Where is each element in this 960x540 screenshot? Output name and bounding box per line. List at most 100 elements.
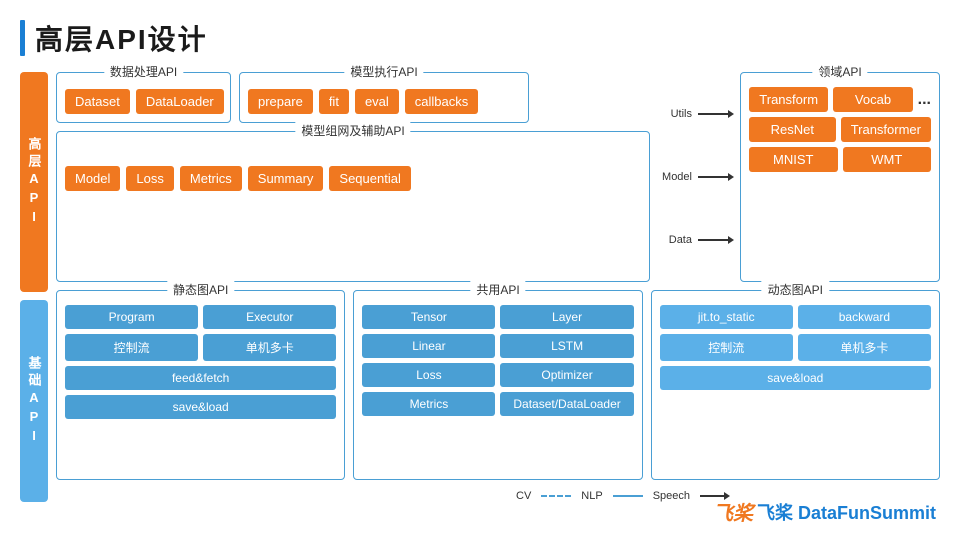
chip-metrics[interactable]: Metrics [180,166,242,191]
chip-save-load1[interactable]: save&load [65,395,336,419]
static-api-section: 静态图API Program Executor 控制流 单机多卡 feed&fe… [56,290,345,480]
model-arrow: Model [658,169,734,185]
chip-linear[interactable]: Linear [362,334,495,358]
chip-backward[interactable]: backward [798,305,931,329]
utils-label: Utils [658,108,692,120]
top-row: 数据处理API Dataset DataLoader 模型执行API prepa… [56,72,940,282]
chip-single-multi2[interactable]: 单机多卡 [798,334,931,361]
dynamic-api-label: 动态图API [762,281,829,298]
static-api-label: 静态图API [167,281,234,298]
logo-brand: 飞桨 DataFunSummit [757,499,936,525]
cv-line [541,495,571,497]
utils-line [698,110,734,118]
logo: 飞桨 飞桨 DataFunSummit [713,497,936,526]
chip-optimizer[interactable]: Optimizer [500,363,633,387]
chip-loss[interactable]: Loss [126,166,173,191]
chip-jit[interactable]: jit.to_static [660,305,793,329]
model-exec-section: 模型执行API prepare fit eval callbacks [239,72,529,123]
rows-container: 数据处理API Dataset DataLoader 模型执行API prepa… [56,72,940,502]
chip-executor[interactable]: Executor [203,305,336,329]
chip-control-flow2[interactable]: 控制流 [660,334,793,361]
nlp-label: NLP [581,490,602,502]
chip-loss2[interactable]: Loss [362,363,495,387]
chip-summary[interactable]: Summary [248,166,324,191]
chip-model[interactable]: Model [65,166,120,191]
data-label: Data [658,234,692,246]
gaoceng-label: 高层API [20,72,48,292]
chip-sequential[interactable]: Sequential [329,166,410,191]
chip-prepare[interactable]: prepare [248,89,313,114]
chip-feed-fetch[interactable]: feed&fetch [65,366,336,390]
shared-api-section: 共用API Tensor Layer Linear LSTM Loss Opti… [353,290,642,480]
model-net-label: 模型组网及辅助API [295,122,410,139]
domain-api-label: 领域API [812,63,867,80]
chip-metrics2[interactable]: Metrics [362,392,495,416]
data-api-section: 数据处理API Dataset DataLoader [56,72,231,123]
cv-label: CV [516,490,531,502]
chip-wmt[interactable]: WMT [843,147,932,172]
shared-row4: Metrics Dataset/DataLoader [362,392,633,416]
model-exec-label: 模型执行API [344,63,423,80]
chip-transform[interactable]: Transform [749,87,828,112]
domain-api-section: 领域API Transform Vocab ... ResNet Transfo… [740,72,940,282]
chip-program[interactable]: Program [65,305,198,329]
chip-fit[interactable]: fit [319,89,349,114]
data-api-chips: Dataset DataLoader [65,89,222,114]
data-api-label: 数据处理API [104,63,183,80]
vlabel-container: 高层API 基础API [20,72,48,502]
chip-transformer[interactable]: Transformer [841,117,931,142]
ellipsis: ... [918,87,931,112]
chip-single-multi1[interactable]: 单机多卡 [203,334,336,361]
dynamic-row2: 控制流 单机多卡 [660,334,931,361]
shared-row1: Tensor Layer [362,305,633,329]
model-net-section: 模型组网及辅助API Model Loss Metrics Summary Se… [56,131,650,282]
shared-api-label: 共用API [470,281,525,298]
static-row3: feed&fetch [65,366,336,390]
chip-eval[interactable]: eval [355,89,399,114]
static-row2: 控制流 单机多卡 [65,334,336,361]
nlp-line [613,495,643,497]
model-line [698,173,734,181]
dynamic-api-section: 动态图API jit.to_static backward 控制流 单机多卡 s… [651,290,940,480]
chip-control-flow1[interactable]: 控制流 [65,334,198,361]
top-left-group: 数据处理API Dataset DataLoader 模型执行API prepa… [56,72,650,282]
model-exec-chips: prepare fit eval callbacks [248,89,520,114]
top-row1: 数据处理API Dataset DataLoader 模型执行API prepa… [56,72,650,123]
speech-label: Speech [653,490,690,502]
dynamic-row3: save&load [660,366,931,390]
chip-lstm[interactable]: LSTM [500,334,633,358]
chip-callbacks[interactable]: callbacks [405,89,478,114]
static-row1: Program Executor [65,305,336,329]
main-content: 高层API 基础API 数据处理API Dataset DataL [20,72,940,502]
static-row4: save&load [65,395,336,419]
chip-vocab[interactable]: Vocab [833,87,912,112]
bottom-row: 静态图API Program Executor 控制流 单机多卡 feed&fe… [56,290,940,480]
shared-row3: Loss Optimizer [362,363,633,387]
right-area: Utils Model [658,72,940,282]
dynamic-row1: jit.to_static backward [660,305,931,329]
title-bar: 高层API设计 [20,18,940,58]
data-arrow: Data [658,232,734,248]
chip-save-load2[interactable]: save&load [660,366,931,390]
jichu-label: 基础API [20,300,48,502]
model-net-chips: Model Loss Metrics Summary Sequential [65,166,641,191]
chip-dataset[interactable]: Dataset [65,89,130,114]
domain-row2: ResNet Transformer [749,117,931,142]
page: 高层API设计 高层API 基础API 数据处理API [0,0,960,540]
chip-mnist[interactable]: MNIST [749,147,838,172]
chip-resnet[interactable]: ResNet [749,117,836,142]
data-line [698,236,734,244]
shared-row2: Linear LSTM [362,334,633,358]
chip-layer[interactable]: Layer [500,305,633,329]
chip-tensor[interactable]: Tensor [362,305,495,329]
chip-dataloader[interactable]: DataLoader [136,89,224,114]
utils-arrow: Utils [658,106,734,122]
page-title: 高层API设计 [35,18,208,58]
domain-row1: Transform Vocab ... [749,87,931,112]
model-label: Model [658,171,692,183]
title-accent [20,20,25,56]
chip-dataset-dataloader[interactable]: Dataset/DataLoader [500,392,633,416]
logo-icon: 飞桨 [713,497,753,526]
domain-row3: MNIST WMT [749,147,931,172]
arrows-container: Utils Model [658,72,734,282]
